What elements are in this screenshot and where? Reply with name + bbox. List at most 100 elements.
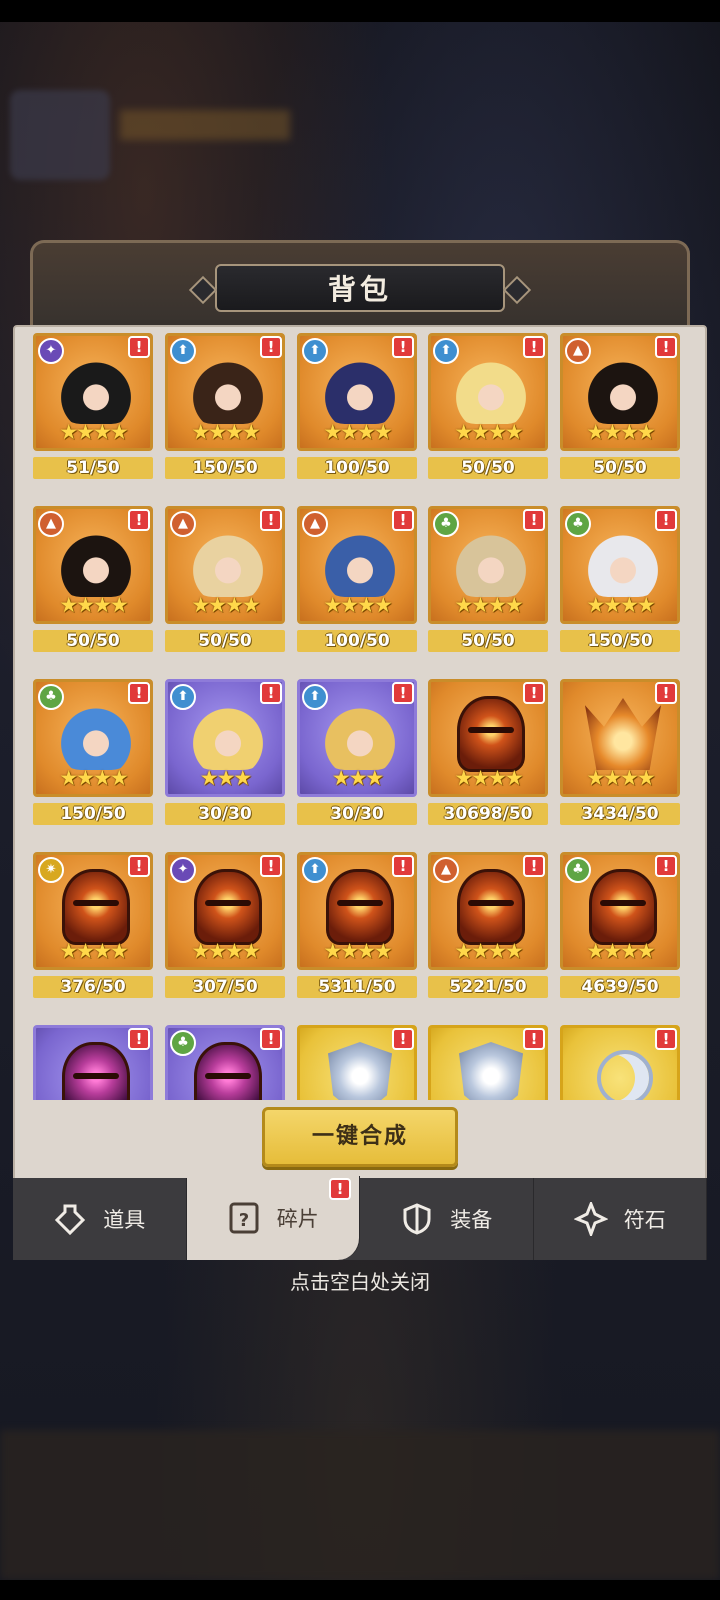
hero-portrait xyxy=(322,527,398,597)
hero-portrait xyxy=(322,354,398,424)
hero-portrait xyxy=(585,354,661,424)
fragment-item[interactable]: ! xyxy=(428,1025,548,1100)
background-avatar xyxy=(10,90,110,180)
fragment-item[interactable]: ! ★★★★ 30698/50 xyxy=(428,679,548,829)
fragment-card[interactable]: ⬆! ★★★ xyxy=(297,679,417,797)
fragment-item[interactable]: ⬆! ★★★★ 5311/50 xyxy=(297,852,417,1002)
tab-runes[interactable]: 符石 xyxy=(534,1178,707,1260)
fragment-item[interactable]: ✷! ★★★★ 376/50 xyxy=(33,852,153,1002)
fragment-count: 307/50 xyxy=(165,976,285,998)
faction-icon: ⬆ xyxy=(170,338,196,364)
fragment-item[interactable]: ! xyxy=(297,1025,417,1100)
star-rating: ★★★★ xyxy=(586,766,655,790)
fragment-card[interactable]: ✷! ★★★★ xyxy=(33,852,153,970)
faction-icon: ♣ xyxy=(170,1030,196,1056)
fragment-item[interactable]: ♣! xyxy=(165,1025,285,1100)
fragment-card[interactable]: ♣! ★★★★ xyxy=(428,506,548,624)
fragment-count: 4639/50 xyxy=(560,976,680,998)
fragment-card[interactable]: ! xyxy=(33,1025,153,1100)
star-rating: ★★★ xyxy=(331,766,384,790)
hero-portrait xyxy=(453,354,529,424)
fragment-item[interactable]: ♣! ★★★★ 50/50 xyxy=(428,506,548,656)
fragment-card[interactable]: ⬆! ★★★★ xyxy=(297,333,417,451)
alert-icon: ! xyxy=(128,855,150,877)
fragment-card[interactable]: ▲! ★★★★ xyxy=(297,506,417,624)
alert-icon: ! xyxy=(260,682,282,704)
fragment-item[interactable]: ⬆! ★★★★ 100/50 xyxy=(297,333,417,483)
fragment-count: 50/50 xyxy=(560,457,680,479)
fragment-item[interactable]: ⬆! ★★★★ 50/50 xyxy=(428,333,548,483)
star-rating: ★★★★ xyxy=(323,593,392,617)
fragment-card[interactable]: ▲! ★★★★ xyxy=(165,506,285,624)
fragment-card[interactable]: ! ★★★★ xyxy=(428,679,548,797)
alert-icon: ! xyxy=(655,682,677,704)
fragment-card[interactable]: ▲! ★★★★ xyxy=(33,506,153,624)
hero-portrait xyxy=(190,354,266,424)
fragment-card[interactable]: ♣! ★★★★ xyxy=(560,506,680,624)
star-rating: ★★★★ xyxy=(59,420,128,444)
hero-portrait xyxy=(322,700,398,770)
fragment-grid[interactable]: ✦! ★★★★ 51/50 ⬆! ★★★★ 150/50 ⬆! ★★★★ 100/50 ⬆! ★★★… xyxy=(13,325,707,1100)
fragment-card[interactable]: ! xyxy=(297,1025,417,1100)
star-rating: ★★★★ xyxy=(586,420,655,444)
tab-fragments[interactable]: ? 碎片 ! xyxy=(186,1176,360,1260)
alert-icon: ! xyxy=(128,336,150,358)
fragment-card[interactable]: ! xyxy=(428,1025,548,1100)
faction-icon: ⬆ xyxy=(302,857,328,883)
tab-equipment[interactable]: 装备 xyxy=(360,1178,534,1260)
fragment-card[interactable]: ⬆! ★★★ xyxy=(165,679,285,797)
fragment-card[interactable]: ⬆! ★★★★ xyxy=(297,852,417,970)
hero-portrait xyxy=(190,700,266,770)
navigation-bar xyxy=(0,1580,720,1600)
rune-icon xyxy=(573,1202,608,1236)
fragment-card[interactable]: ▲! ★★★★ xyxy=(560,333,680,451)
fragment-count: 150/50 xyxy=(165,457,285,479)
tab-items[interactable]: 道具 xyxy=(13,1178,187,1260)
fragment-item[interactable]: ▲! ★★★★ 100/50 xyxy=(297,506,417,656)
fragment-item[interactable]: ▲! ★★★★ 50/50 xyxy=(33,506,153,656)
fragment-card[interactable]: ♣! ★★★★ xyxy=(33,679,153,797)
fragment-item[interactable]: ▲! ★★★★ 50/50 xyxy=(560,333,680,483)
fragment-card[interactable]: ♣! ★★★★ xyxy=(560,852,680,970)
fragment-card[interactable]: ✦! ★★★★ xyxy=(33,333,153,451)
star-rating: ★★★★ xyxy=(586,939,655,963)
fragment-count: 5221/50 xyxy=(428,976,548,998)
fragment-card[interactable]: ✦! ★★★★ xyxy=(165,852,285,970)
fragment-card[interactable]: ! xyxy=(560,1025,680,1100)
fragment-item[interactable]: ! ★★★★ 3434/50 xyxy=(560,679,680,829)
star-rating: ★★★★ xyxy=(454,939,523,963)
fragment-item[interactable]: ♣! ★★★★ 150/50 xyxy=(560,506,680,656)
fragment-card[interactable]: ⬆! ★★★★ xyxy=(165,333,285,451)
alert-icon: ! xyxy=(260,509,282,531)
alert-icon: ! xyxy=(329,1178,351,1200)
moon-icon xyxy=(597,1050,653,1100)
faction-icon: ♣ xyxy=(565,857,591,883)
one-click-compose-button[interactable]: 一键合成 xyxy=(262,1107,458,1167)
fragment-item[interactable]: ♣! ★★★★ 150/50 xyxy=(33,679,153,829)
star-rating: ★★★★ xyxy=(454,766,523,790)
faction-icon: ✦ xyxy=(170,857,196,883)
alert-icon: ! xyxy=(128,682,150,704)
faction-icon: ✦ xyxy=(38,338,64,364)
star-rating: ★★★★ xyxy=(586,593,655,617)
fragment-item[interactable]: ✦! ★★★★ 307/50 xyxy=(165,852,285,1002)
fragment-item[interactable]: ⬆! ★★★ 30/30 xyxy=(297,679,417,829)
title-plate: 背包 xyxy=(215,264,505,312)
fragment-item[interactable]: ▲! ★★★★ 5221/50 xyxy=(428,852,548,1002)
faction-icon: ▲ xyxy=(565,338,591,364)
fragment-card[interactable]: ⬆! ★★★★ xyxy=(428,333,548,451)
fragment-item[interactable]: ✦! ★★★★ 51/50 xyxy=(33,333,153,483)
fragment-card[interactable]: ♣! xyxy=(165,1025,285,1100)
background-bottom-menu xyxy=(0,1430,720,1580)
fragment-item[interactable]: ▲! ★★★★ 50/50 xyxy=(165,506,285,656)
fragment-card[interactable]: ! ★★★★ xyxy=(560,679,680,797)
fragment-item[interactable]: ! xyxy=(560,1025,680,1100)
tab-label: 碎片 xyxy=(276,1207,319,1231)
alert-icon: ! xyxy=(392,855,414,877)
fragment-card[interactable]: ▲! ★★★★ xyxy=(428,852,548,970)
fragment-item[interactable]: ⬆! ★★★★ 150/50 xyxy=(165,333,285,483)
tab-label: 装备 xyxy=(450,1208,493,1232)
fragment-item[interactable]: ⬆! ★★★ 30/30 xyxy=(165,679,285,829)
fragment-item[interactable]: ♣! ★★★★ 4639/50 xyxy=(560,852,680,1002)
fragment-item[interactable]: ! xyxy=(33,1025,153,1100)
